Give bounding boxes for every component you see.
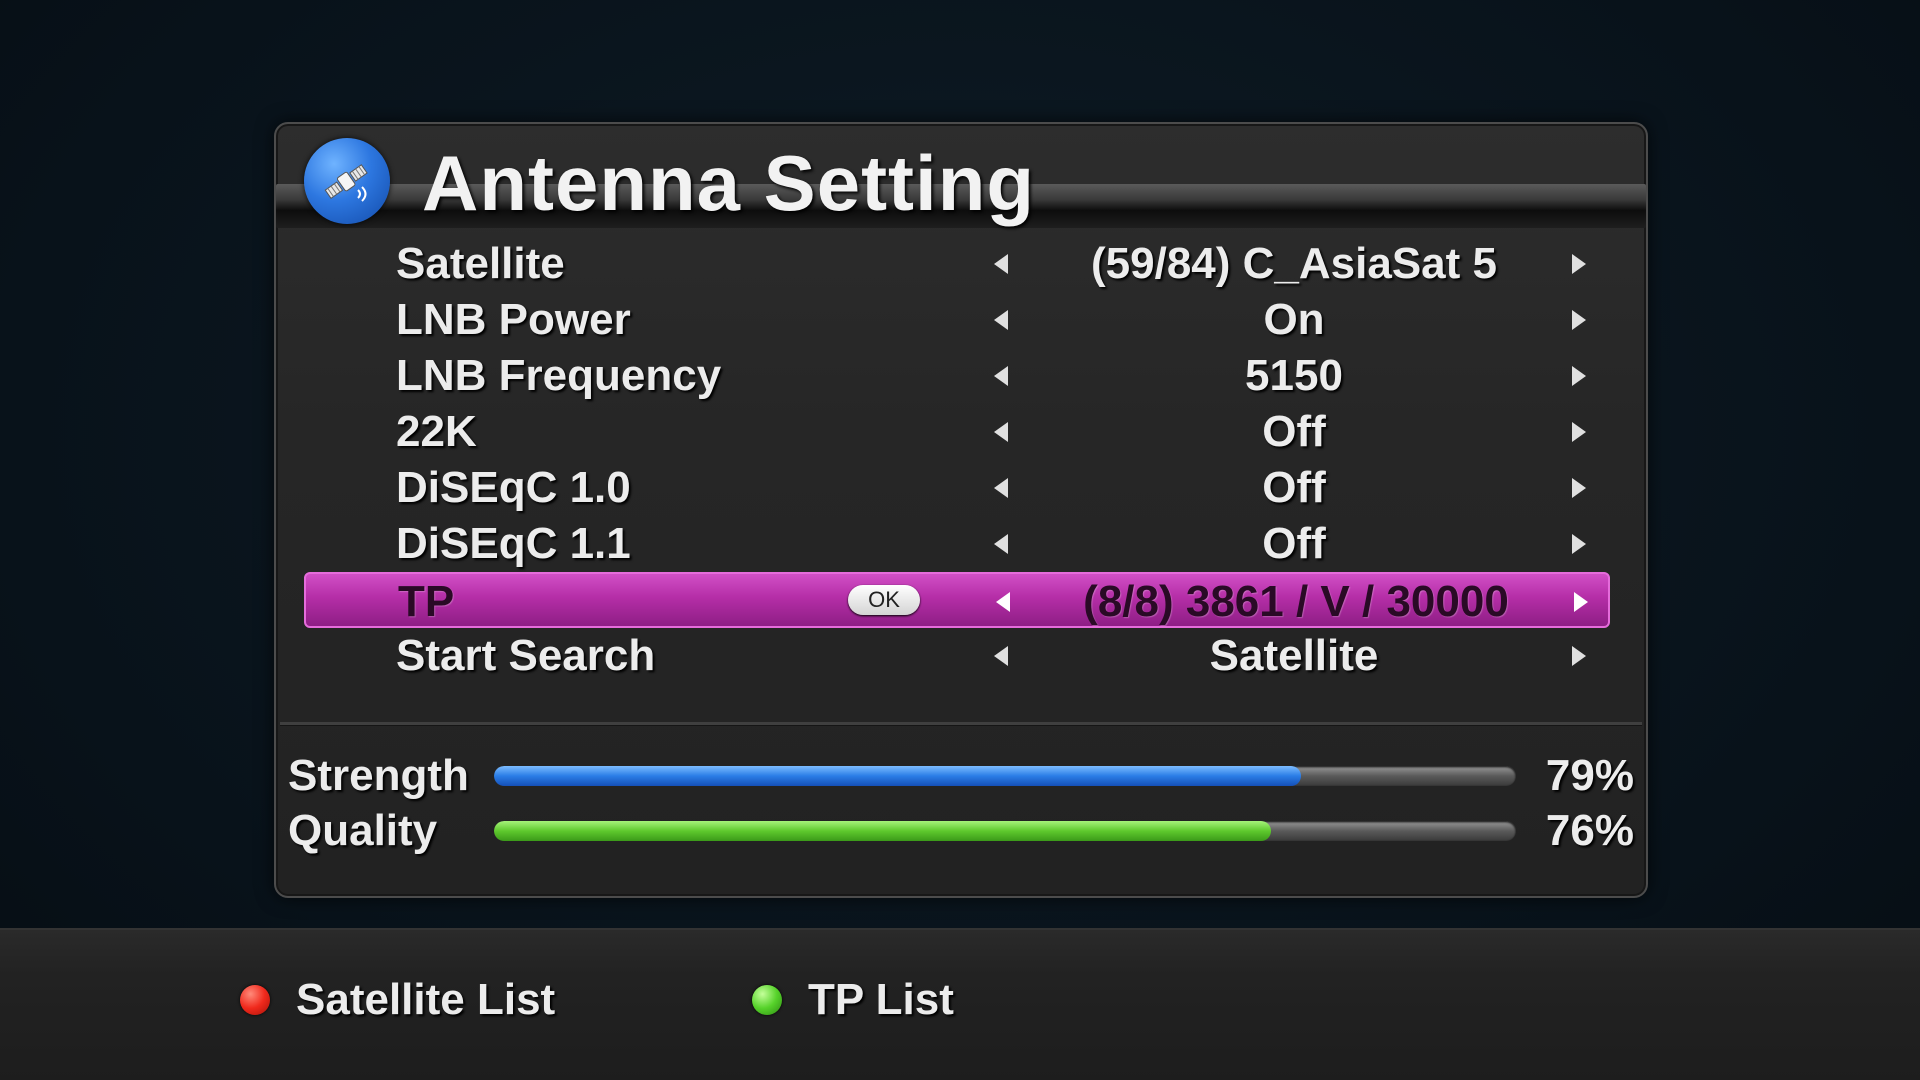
strength-percent: 79% [1545,751,1634,800]
antenna-setting-panel: Antenna Setting Satellite (59/84) C_Asia… [274,122,1648,898]
setting-value: On [1263,295,1325,344]
arrow-right-icon[interactable] [1572,366,1586,386]
arrow-right-icon[interactable] [1572,310,1586,330]
arrow-right-icon[interactable] [1572,534,1586,554]
setting-value: (59/84) C_AsiaSat 5 [1091,239,1497,288]
setting-row-diseqc-1-1[interactable]: DiSEqC 1.1 Off [304,516,1610,572]
satellite-icon [304,138,390,224]
tp-list-button[interactable]: TP List [752,970,954,1030]
setting-label: TP [398,577,455,626]
setting-row-22k[interactable]: 22K Off [304,404,1610,460]
arrow-right-icon[interactable] [1572,478,1586,498]
setting-row-satellite[interactable]: Satellite (59/84) C_AsiaSat 5 [304,236,1610,292]
arrow-left-icon[interactable] [996,592,1010,612]
arrow-right-icon[interactable] [1574,592,1588,612]
setting-value: Off [1262,407,1326,456]
setting-value: Satellite [1209,631,1379,680]
strength-meter: Strength 79% [276,746,1646,806]
satellite-list-label: Satellite List [296,975,556,1024]
arrow-left-icon[interactable] [994,366,1008,386]
ok-button[interactable]: OK [848,585,920,615]
setting-row-tp[interactable]: TP OK (8/8) 3861 / V / 30000 [304,572,1610,628]
quality-label: Quality [288,806,438,855]
setting-row-lnb-power[interactable]: LNB Power On [304,292,1610,348]
arrow-left-icon[interactable] [994,534,1008,554]
green-key-icon [752,985,782,1015]
setting-row-start-search[interactable]: Start Search Satellite [304,628,1610,684]
quality-meter: Quality 76% [276,801,1646,861]
strength-label: Strength [288,751,469,800]
setting-label: LNB Frequency [396,351,722,400]
setting-value: Off [1262,519,1326,568]
setting-value: Off [1262,463,1326,512]
arrow-left-icon[interactable] [994,646,1008,666]
color-key-legend: Satellite List TP List [0,928,1920,1080]
arrow-right-icon[interactable] [1572,646,1586,666]
setting-value: (8/8) 3861 / V / 30000 [1083,577,1509,626]
quality-bar-track [494,821,1516,841]
divider [280,722,1642,726]
setting-label: DiSEqC 1.1 [396,519,631,568]
setting-label: 22K [396,407,477,456]
arrow-left-icon[interactable] [994,422,1008,442]
quality-bar-fill [494,821,1271,841]
strength-bar-track [494,766,1516,786]
title-bar: Antenna Setting [276,124,1646,236]
page-title: Antenna Setting [422,139,1035,227]
arrow-right-icon[interactable] [1572,422,1586,442]
arrow-left-icon[interactable] [994,310,1008,330]
setting-label: Start Search [396,631,656,680]
setting-label: LNB Power [396,295,631,344]
setting-label: Satellite [396,239,565,288]
setting-row-lnb-frequency[interactable]: LNB Frequency 5150 [304,348,1610,404]
setting-value: 5150 [1245,351,1343,400]
satellite-list-button[interactable]: Satellite List [240,970,555,1030]
arrow-left-icon[interactable] [994,254,1008,274]
tp-list-label: TP List [808,975,954,1024]
strength-bar-fill [494,766,1302,786]
arrow-right-icon[interactable] [1572,254,1586,274]
screen: Antenna Setting Satellite (59/84) C_Asia… [0,0,1920,1080]
arrow-left-icon[interactable] [994,478,1008,498]
setting-label: DiSEqC 1.0 [396,463,631,512]
quality-percent: 76% [1545,806,1634,855]
red-key-icon [240,985,270,1015]
setting-row-diseqc-1-0[interactable]: DiSEqC 1.0 Off [304,460,1610,516]
